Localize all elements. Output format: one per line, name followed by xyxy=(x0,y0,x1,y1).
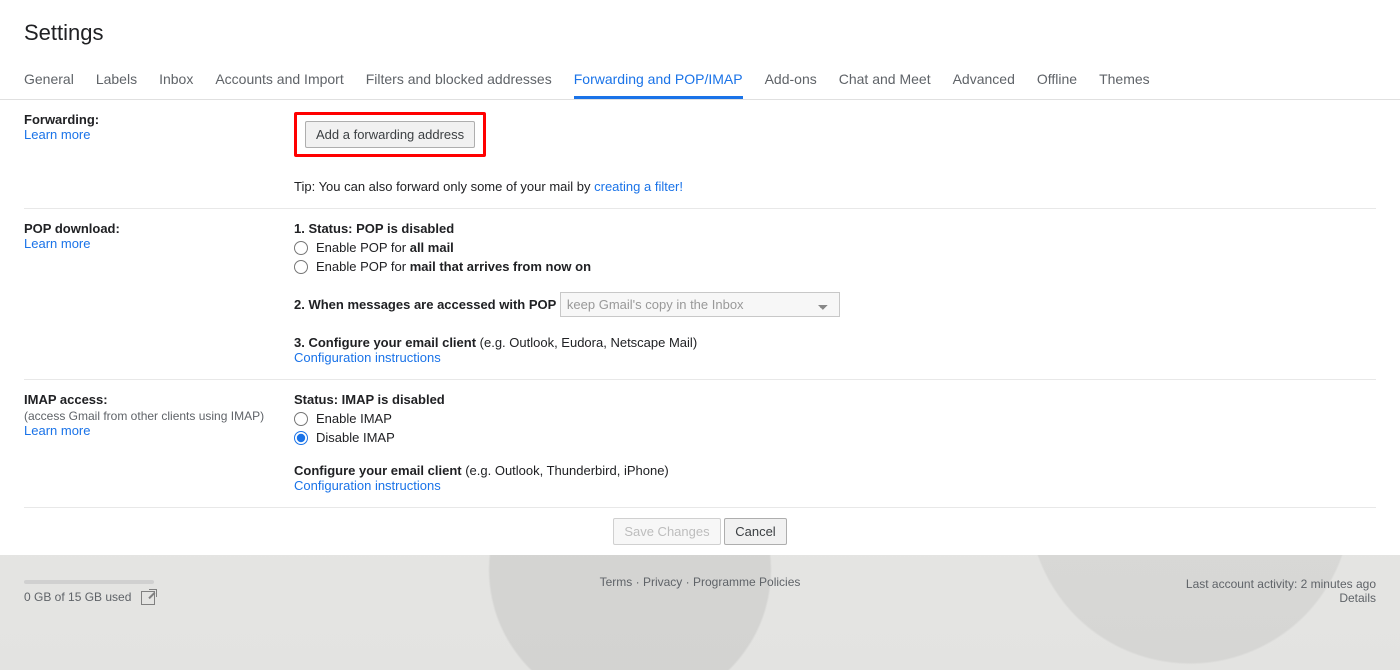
imap-status-line: Status: IMAP is disabled xyxy=(294,392,1376,407)
action-row: Save Changes Cancel xyxy=(24,508,1376,555)
forwarding-tip-text: Tip: You can also forward only some of y… xyxy=(294,179,594,194)
pop-step3: 3. Configure your email client (e.g. Out… xyxy=(294,335,1376,350)
pop-enable-all-row[interactable]: Enable POP for all mail xyxy=(294,240,1376,255)
pop-config-instructions-link[interactable]: Configuration instructions xyxy=(294,350,441,365)
pop-status-value: POP is disabled xyxy=(356,221,454,236)
imap-status-value: IMAP is disabled xyxy=(342,392,445,407)
external-link-icon[interactable] xyxy=(141,591,155,605)
pop-label-col: POP download: Learn more xyxy=(24,221,294,365)
forwarding-learn-more-link[interactable]: Learn more xyxy=(24,127,90,142)
imap-enable-row[interactable]: Enable IMAP xyxy=(294,411,1376,426)
imap-label-col: IMAP access: (access Gmail from other cl… xyxy=(24,392,294,493)
forwarding-section: Forwarding: Learn more Add a forwarding … xyxy=(24,100,1376,209)
pop-step3-bold: 3. Configure your email client xyxy=(294,335,480,350)
imap-subtitle: (access Gmail from other clients using I… xyxy=(24,409,284,423)
pop-enable-new-radio[interactable] xyxy=(294,260,308,274)
settings-tabs: General Labels Inbox Accounts and Import… xyxy=(0,60,1400,100)
tab-inbox[interactable]: Inbox xyxy=(159,60,193,99)
terms-link[interactable]: Terms xyxy=(600,575,633,589)
pop-body: 1. Status: POP is disabled Enable POP fo… xyxy=(294,221,1376,365)
pop-opt1-bold: all mail xyxy=(410,240,454,255)
imap-config-instructions-link[interactable]: Configuration instructions xyxy=(294,478,441,493)
pop-section: POP download: Learn more 1. Status: POP … xyxy=(24,209,1376,380)
pop-access-select[interactable]: keep Gmail's copy in the Inbox xyxy=(560,292,840,317)
tab-accounts-import[interactable]: Accounts and Import xyxy=(215,60,343,99)
settings-panel: Settings General Labels Inbox Accounts a… xyxy=(0,0,1400,555)
imap-body: Status: IMAP is disabled Enable IMAP Dis… xyxy=(294,392,1376,493)
tab-advanced[interactable]: Advanced xyxy=(953,60,1015,99)
policies-link[interactable]: Programme Policies xyxy=(693,575,800,589)
pop-learn-more-link[interactable]: Learn more xyxy=(24,236,90,251)
pop-enable-all-radio[interactable] xyxy=(294,241,308,255)
footer-center: Terms · Privacy · Programme Policies xyxy=(0,575,1400,589)
forwarding-tip: Tip: You can also forward only some of y… xyxy=(294,179,1376,194)
imap-disable-radio[interactable] xyxy=(294,431,308,445)
imap-conf-bold: Configure your email client xyxy=(294,463,465,478)
page-title: Settings xyxy=(0,0,1400,60)
pop-enable-all-label: Enable POP for all mail xyxy=(316,240,454,255)
imap-enable-radio[interactable] xyxy=(294,412,308,426)
cancel-button[interactable]: Cancel xyxy=(724,518,786,545)
imap-disable-label: Disable IMAP xyxy=(316,430,395,445)
imap-disable-row[interactable]: Disable IMAP xyxy=(294,430,1376,445)
pop-step2: 2. When messages are accessed with POP k… xyxy=(294,292,1376,317)
details-link[interactable]: Details xyxy=(1339,591,1376,605)
forwarding-label-col: Forwarding: Learn more xyxy=(24,112,294,194)
forwarding-body: Add a forwarding address Tip: You can al… xyxy=(294,112,1376,194)
privacy-link[interactable]: Privacy xyxy=(643,575,682,589)
tab-offline[interactable]: Offline xyxy=(1037,60,1077,99)
forwarding-title: Forwarding: xyxy=(24,112,284,127)
add-forwarding-highlight: Add a forwarding address xyxy=(294,112,486,157)
imap-status-prefix: Status: xyxy=(294,392,342,407)
tab-addons[interactable]: Add-ons xyxy=(765,60,817,99)
pop-step3-rest: (e.g. Outlook, Eudora, Netscape Mail) xyxy=(480,335,698,350)
tab-filters[interactable]: Filters and blocked addresses xyxy=(366,60,552,99)
pop-enable-new-label: Enable POP for mail that arrives from no… xyxy=(316,259,591,274)
save-changes-button: Save Changes xyxy=(613,518,720,545)
tab-general[interactable]: General xyxy=(24,60,74,99)
pop-opt2-prefix: Enable POP for xyxy=(316,259,410,274)
tab-themes[interactable]: Themes xyxy=(1099,60,1150,99)
pop-opt2-bold: mail that arrives from now on xyxy=(410,259,591,274)
tab-forwarding-pop-imap[interactable]: Forwarding and POP/IMAP xyxy=(574,60,743,99)
imap-enable-label: Enable IMAP xyxy=(316,411,392,426)
tab-labels[interactable]: Labels xyxy=(96,60,137,99)
imap-section: IMAP access: (access Gmail from other cl… xyxy=(24,380,1376,508)
pop-enable-new-row[interactable]: Enable POP for mail that arrives from no… xyxy=(294,259,1376,274)
footer: 0 GB of 15 GB used Terms · Privacy · Pro… xyxy=(0,555,1400,605)
imap-configure-line: Configure your email client (e.g. Outloo… xyxy=(294,463,1376,478)
pop-opt1-prefix: Enable POP for xyxy=(316,240,410,255)
pop-status-prefix: 1. Status: xyxy=(294,221,356,236)
imap-learn-more-link[interactable]: Learn more xyxy=(24,423,90,438)
imap-conf-rest: (e.g. Outlook, Thunderbird, iPhone) xyxy=(465,463,669,478)
add-forwarding-address-button[interactable]: Add a forwarding address xyxy=(305,121,475,148)
storage-text: 0 GB of 15 GB used xyxy=(24,590,131,604)
pop-title: POP download: xyxy=(24,221,284,236)
create-filter-link[interactable]: creating a filter! xyxy=(594,179,683,194)
imap-title: IMAP access: xyxy=(24,392,284,407)
tab-chat-meet[interactable]: Chat and Meet xyxy=(839,60,931,99)
pop-step2-label: 2. When messages are accessed with POP xyxy=(294,297,556,312)
pop-status-line: 1. Status: POP is disabled xyxy=(294,221,1376,236)
settings-content: Forwarding: Learn more Add a forwarding … xyxy=(0,100,1400,555)
